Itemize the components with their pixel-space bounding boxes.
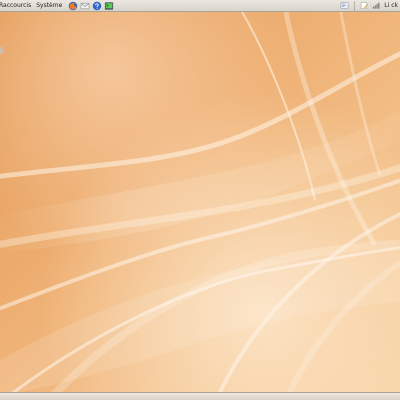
top-panel: Raccourcis Système Li ck — [0, 0, 400, 12]
panel-menu: Raccourcis Système — [0, 0, 67, 12]
menu-systeme[interactable]: Système — [36, 0, 67, 12]
desktop-wallpaper — [0, 0, 400, 400]
desktop-screen: Raccourcis Système Li ck — [0, 0, 400, 400]
firefox-icon[interactable] — [68, 1, 78, 11]
panel-launchers — [68, 1, 114, 11]
tray-separator — [354, 0, 356, 11]
system-tray: Li ck — [340, 0, 398, 12]
menu-raccourcis[interactable]: Raccourcis — [0, 0, 36, 12]
terminal-icon[interactable] — [104, 1, 114, 11]
bottom-panel — [0, 392, 400, 400]
mail-icon[interactable] — [80, 1, 90, 11]
edit-icon[interactable] — [360, 1, 369, 10]
network-icon[interactable] — [372, 1, 381, 10]
notes-icon[interactable] — [340, 1, 349, 10]
panel-clock[interactable]: Li ck — [384, 0, 398, 12]
help-icon[interactable] — [92, 1, 102, 11]
desktop-icon-partial[interactable] — [0, 47, 3, 54]
